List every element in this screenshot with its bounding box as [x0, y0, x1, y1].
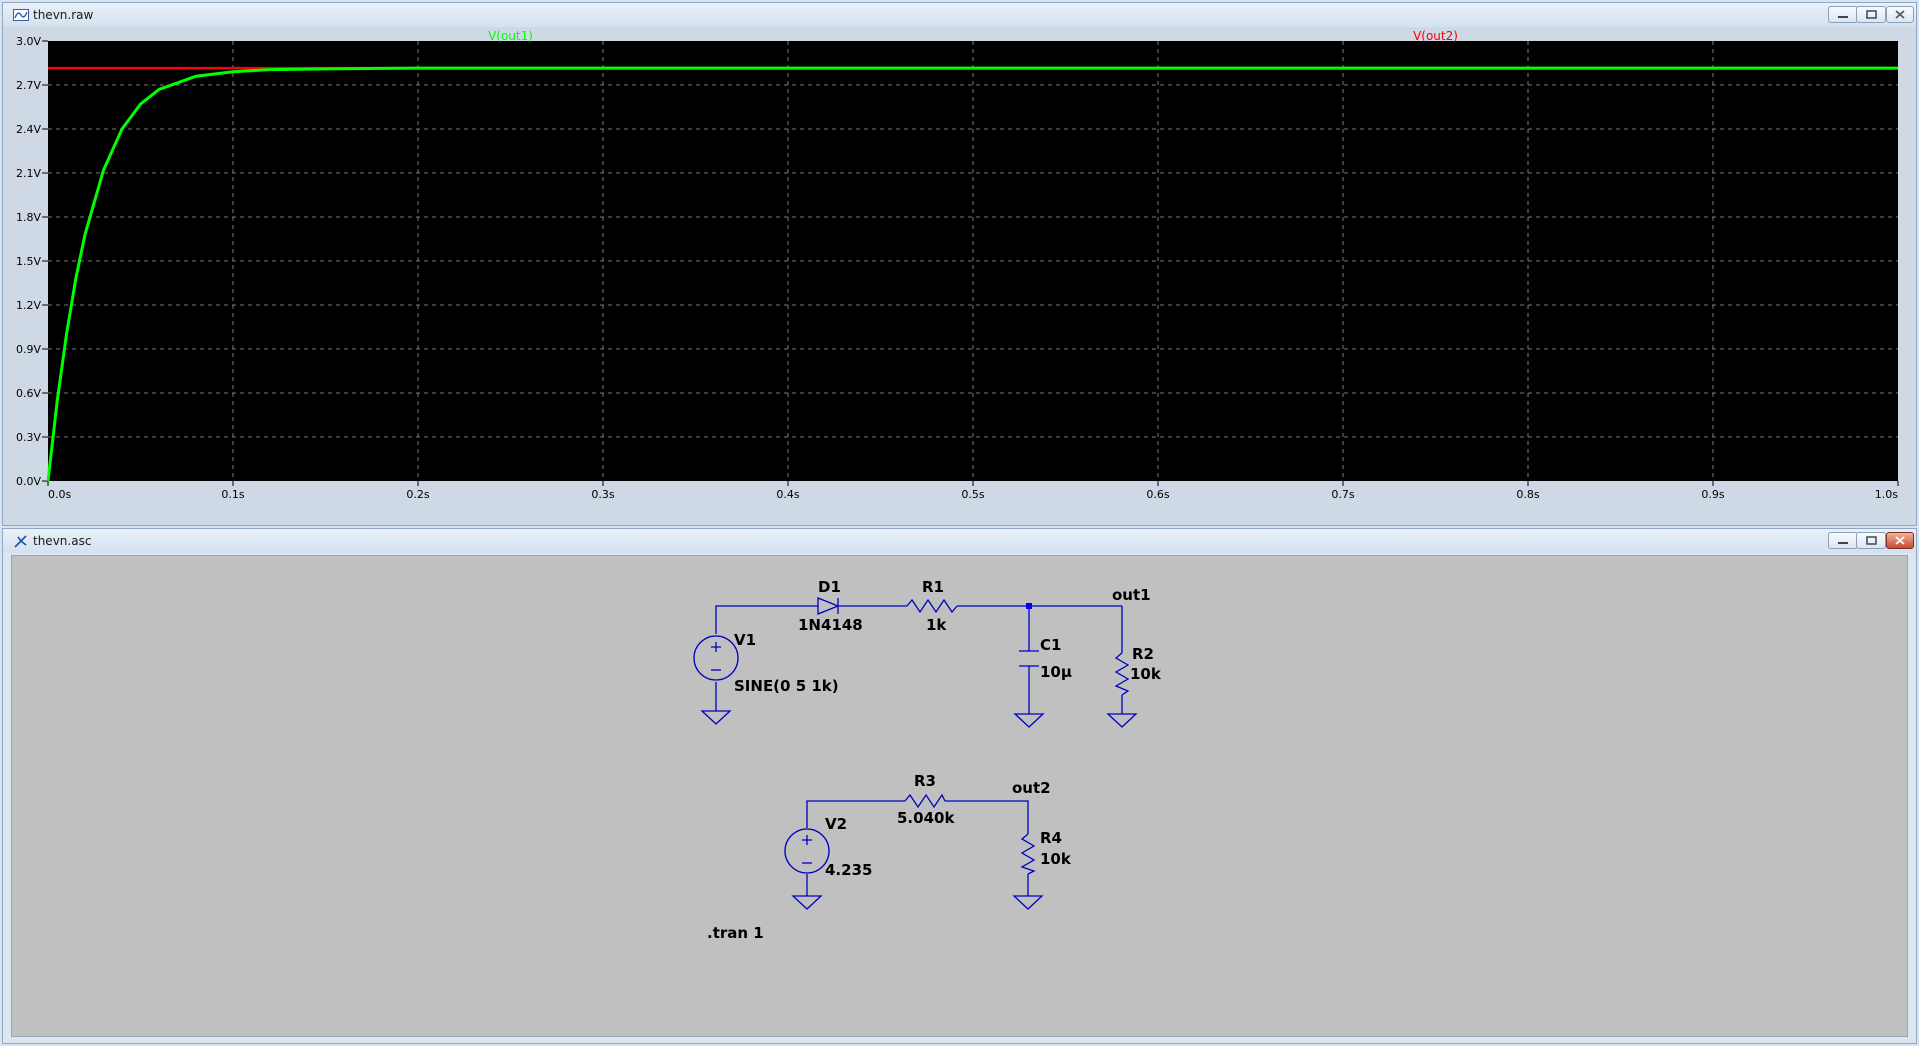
junction-dot [1026, 603, 1032, 609]
v1-value: SINE(0 5 1k) [734, 677, 839, 695]
x-tick-label: 0.2s [406, 488, 429, 501]
minimize-icon [1838, 16, 1848, 18]
r4-value: 10k [1040, 850, 1072, 868]
y-tick-label: 1.5V [16, 255, 41, 268]
y-tick-label: 0.0V [16, 475, 41, 488]
trace-label-vout1[interactable]: V(out1) [488, 29, 533, 43]
plot-pane: 0.0V 0.3V 0.6V 0.9V 1.2V 1.5V 1.8V 2.1V 2.4V 2.7V… [3, 27, 1916, 525]
minimize-button[interactable] [1828, 532, 1858, 549]
wire [945, 800, 1029, 834]
voltage-source-v2[interactable] [784, 828, 830, 874]
c1-value: 10µ [1040, 663, 1072, 681]
x-tick-label: 1.0s [1875, 488, 1898, 501]
y-tick-label: 1.8V [16, 211, 41, 224]
y-tick-label: 2.4V [16, 123, 41, 136]
d1-value: 1N4148 [798, 616, 863, 634]
waveform-titlebar[interactable]: thevn.raw [3, 3, 1916, 27]
restore-button[interactable] [1856, 6, 1886, 23]
capacitor-c1[interactable] [1019, 650, 1039, 667]
x-tick-label: 0.3s [591, 488, 614, 501]
v2-ref: V2 [825, 815, 847, 833]
r1-value: 1k [926, 616, 947, 634]
schematic-app-icon [14, 535, 27, 548]
spice-directive[interactable]: .tran 1 [707, 924, 764, 942]
ground-icon [700, 710, 732, 725]
y-tick-label: 0.3V [16, 431, 41, 444]
y-tick-label: 0.6V [16, 387, 41, 400]
resistor-r1[interactable] [906, 598, 958, 614]
r2-value: 10k [1130, 665, 1162, 683]
v1-ref: V1 [734, 631, 756, 649]
wire [806, 800, 905, 828]
voltage-source-v1[interactable] [693, 635, 739, 681]
ground-icon [1106, 713, 1138, 728]
x-tick-label: 0.1s [221, 488, 244, 501]
x-tick-label: 0.6s [1146, 488, 1169, 501]
trace-label-vout2[interactable]: V(out2) [1413, 29, 1458, 43]
ground-icon [1012, 895, 1044, 910]
close-icon [1895, 536, 1905, 545]
waveform-plot[interactable]: 0.0V 0.3V 0.6V 0.9V 1.2V 1.5V 1.8V 2.1V 2.4V 2.7V… [3, 27, 1916, 525]
x-tick-label: 0.9s [1701, 488, 1724, 501]
close-icon [1895, 10, 1905, 19]
y-axis-ticks: 0.0V 0.3V 0.6V 0.9V 1.2V 1.5V 1.8V 2.1V 2.4V 2.7V… [16, 35, 48, 488]
schematic-titlebar[interactable]: thevn.asc [3, 529, 1916, 553]
y-tick-label: 3.0V [16, 35, 41, 48]
ground-icon [1013, 713, 1045, 728]
y-tick-label: 1.2V [16, 299, 41, 312]
waveform-window-title: thevn.raw [33, 8, 94, 22]
x-tick-label: 0.4s [776, 488, 799, 501]
restore-icon [1866, 10, 1877, 19]
d1-ref: D1 [818, 578, 841, 596]
close-button[interactable] [1886, 6, 1914, 23]
resistor-r4[interactable] [1020, 833, 1036, 875]
x-axis-ticks: 0.0s 0.1s 0.2s 0.3s 0.4s 0.5s 0.6s 0.7s 0.8s 0.9s… [47, 481, 1899, 501]
schematic-drawing: D1 1N4148 R1 1k out1 C1 10µ R2 10k V1 SI… [693, 578, 1162, 942]
net-label-out2: out2 [1012, 779, 1051, 797]
y-tick-label: 2.1V [16, 167, 41, 180]
c1-ref: C1 [1040, 636, 1061, 654]
x-tick-label: 0.5s [961, 488, 984, 501]
x-tick-label: 0.0s [48, 488, 71, 501]
schematic-window-title: thevn.asc [33, 534, 92, 548]
close-button[interactable] [1886, 532, 1914, 549]
x-tick-label: 0.8s [1516, 488, 1539, 501]
schematic-window: thevn.asc D1 1N4148 R1 1k out1 C1 10µ R2… [2, 528, 1917, 1044]
restore-button[interactable] [1856, 532, 1886, 549]
schematic-canvas[interactable]: D1 1N4148 R1 1k out1 C1 10µ R2 10k V1 SI… [11, 555, 1908, 1037]
minimize-icon [1838, 542, 1848, 544]
resistor-r2[interactable] [1114, 652, 1130, 696]
net-label-out1: out1 [1112, 586, 1151, 604]
v2-value: 4.235 [825, 861, 872, 879]
ground-icon [791, 895, 823, 910]
r3-ref: R3 [914, 772, 936, 790]
r3-value: 5.040k [897, 809, 955, 827]
x-tick-label: 0.7s [1331, 488, 1354, 501]
diode-d1[interactable] [817, 597, 840, 615]
waveform-window: thevn.raw 0.0V 0.3V 0.6V 0.9V 1.2V 1.5V 1.8V 2.… [2, 2, 1917, 526]
r4-ref: R4 [1040, 829, 1062, 847]
resistor-r3[interactable] [904, 793, 946, 809]
y-tick-label: 0.9V [16, 343, 41, 356]
restore-icon [1866, 536, 1877, 545]
waveform-app-icon [13, 9, 29, 21]
r1-ref: R1 [922, 578, 944, 596]
r2-ref: R2 [1132, 645, 1154, 663]
y-tick-label: 2.7V [16, 79, 41, 92]
minimize-button[interactable] [1828, 6, 1858, 23]
